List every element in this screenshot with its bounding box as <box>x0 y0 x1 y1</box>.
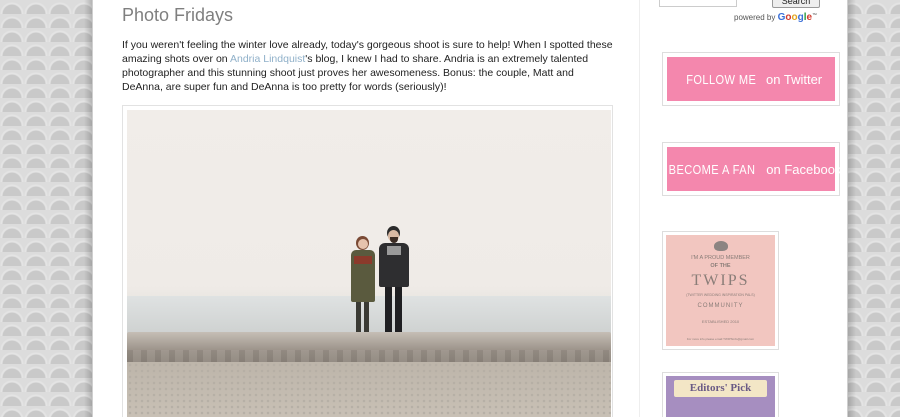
twitter-rest-text: on Twitter <box>762 71 823 87</box>
twips-name: TWIPS <box>691 272 750 289</box>
photo-driftwood-log <box>127 332 611 364</box>
page-shadow-left <box>84 0 92 417</box>
twitter-banner: FOLLOW ME on Twitter <box>667 57 835 101</box>
twips-badge-art: I'M A PROUD MEMBER OF THE TWIPS (TWITTER… <box>666 235 775 346</box>
twips-established: ESTABLISHED 2010 <box>701 319 740 324</box>
twitter-caps-text: FOLLOW ME <box>686 71 757 87</box>
editors-pick-label: Editors' Pick <box>689 382 752 394</box>
photo-figure-man <box>377 226 411 340</box>
facebook-caps-text: BECOME A FAN <box>668 161 755 177</box>
editors-pick-art: Editors' Pick <box>666 376 775 417</box>
powered-by-google: powered by Google™ <box>734 12 818 23</box>
twips-sub: (TWITTER WEDDING INSPIRATION PALS) <box>686 293 755 297</box>
twips-line1: I'M A PROUD MEMBER <box>691 255 750 261</box>
page-container: Photo Fridays If you weren't feeling the… <box>92 0 848 417</box>
facebook-banner: BECOME A FAN on Facebook <box>667 147 841 191</box>
bird-icon <box>714 241 728 251</box>
follow-twitter-button[interactable]: FOLLOW ME on Twitter <box>662 52 840 106</box>
search-input[interactable] <box>659 0 737 7</box>
powered-by-label: powered by <box>734 13 776 22</box>
facebook-rest-text: on Facebook <box>762 161 842 177</box>
twips-community: COMMUNITY <box>697 303 744 309</box>
photographer-link[interactable]: Andria Lindquist <box>230 53 305 65</box>
couple-beach-photo[interactable] <box>127 110 611 417</box>
twips-line2: OF THE <box>710 263 731 269</box>
post-body: If you weren't feeling the winter love a… <box>122 38 617 94</box>
sidebar: Search powered by Google™ FOLLOW ME on T… <box>639 0 847 417</box>
post-title[interactable]: Photo Fridays <box>122 5 233 26</box>
page-shadow-right <box>848 0 856 417</box>
facebook-fan-button[interactable]: BECOME A FAN on Facebook <box>662 142 841 196</box>
photo-pebble-beach <box>127 362 611 417</box>
search-button[interactable]: Search <box>772 0 820 8</box>
twips-footer: For more info please email TWIPSinfo@gma… <box>686 337 755 341</box>
twips-member-badge[interactable]: I'M A PROUD MEMBER OF THE TWIPS (TWITTER… <box>662 231 779 350</box>
editors-pick-badge[interactable]: Editors' Pick <box>662 372 779 417</box>
photo-figure-woman <box>349 236 379 340</box>
post-photo-frame <box>122 105 613 417</box>
google-logo: Google <box>777 12 813 23</box>
